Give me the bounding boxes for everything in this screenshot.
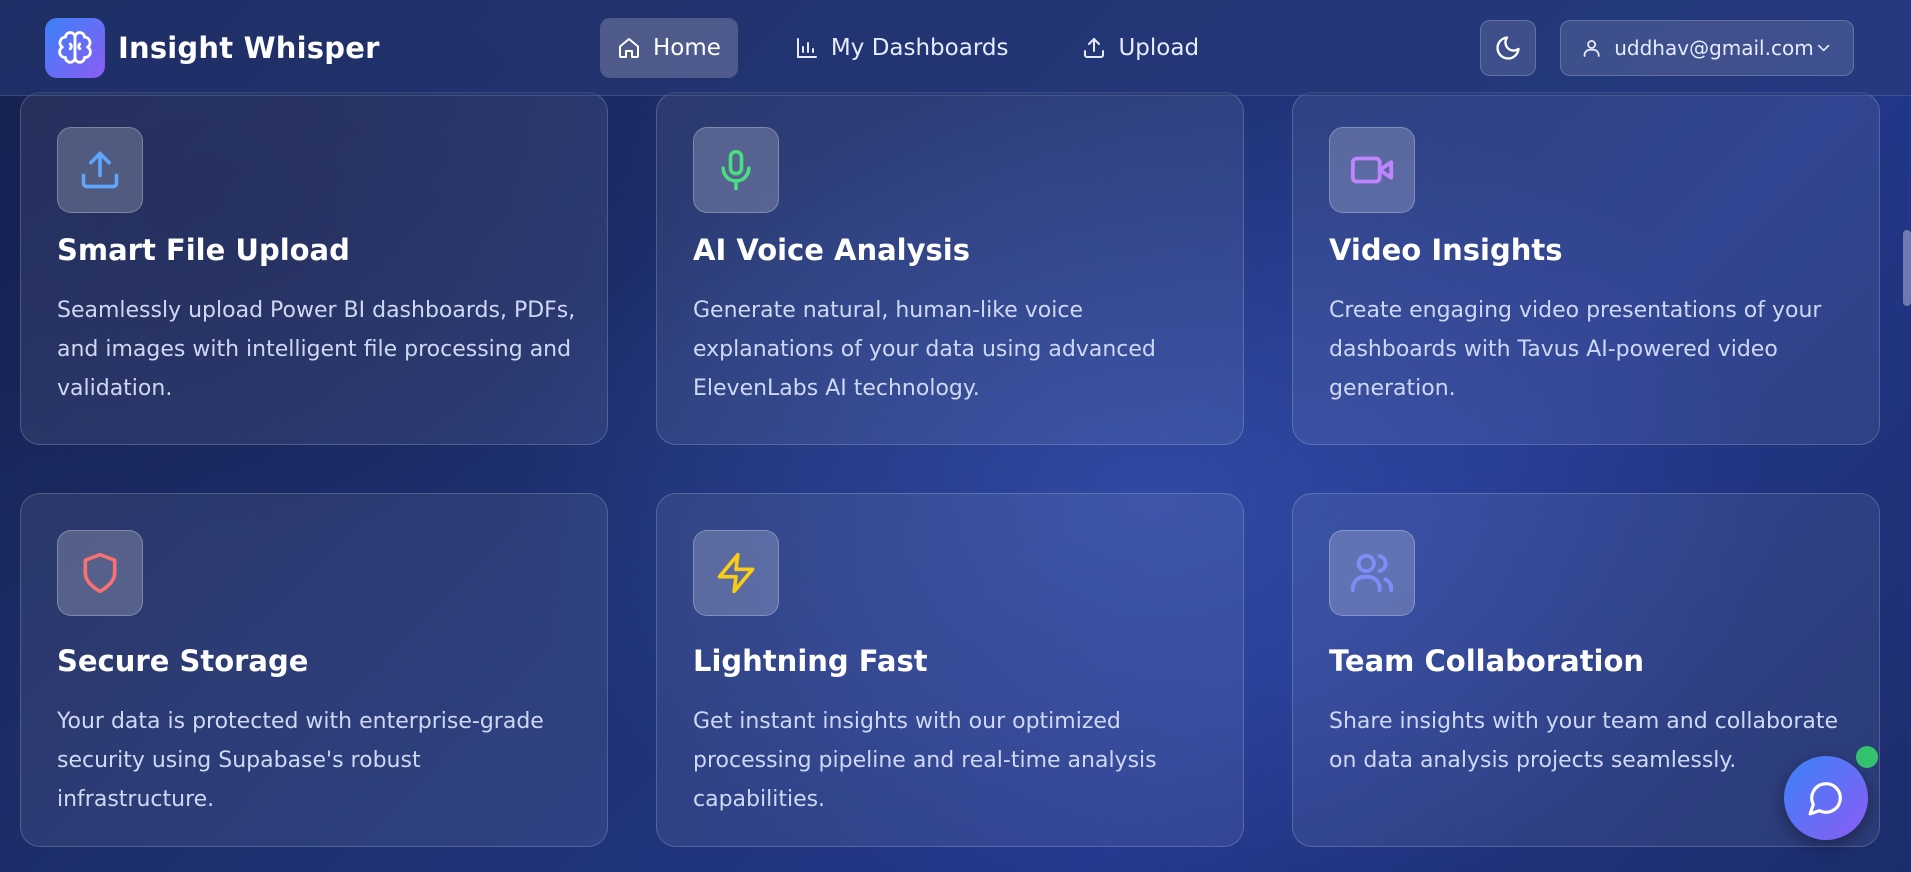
feature-card-ai-voice-analysis: AI Voice Analysis Generate natural, huma… xyxy=(656,92,1244,445)
feature-icon-box xyxy=(57,127,143,213)
feature-icon-box xyxy=(693,127,779,213)
nav-upload[interactable]: Upload xyxy=(1065,18,1216,78)
feature-title: Lightning Fast xyxy=(693,644,928,678)
feature-title: Team Collaboration xyxy=(1329,644,1645,678)
bar-chart-icon xyxy=(796,38,817,58)
chevron-down-icon xyxy=(1817,44,1829,52)
feature-title: AI Voice Analysis xyxy=(693,233,970,267)
feature-card-secure-storage: Secure Storage Your data is protected wi… xyxy=(20,493,608,847)
feature-title: Secure Storage xyxy=(57,644,309,678)
online-status-dot xyxy=(1856,746,1878,768)
chat-button[interactable] xyxy=(1784,756,1868,840)
upload-icon xyxy=(81,151,119,189)
chat-icon xyxy=(1808,782,1842,816)
microphone-icon xyxy=(721,149,751,191)
feature-card-smart-file-upload: Smart File Upload Seamlessly upload Powe… xyxy=(20,92,608,445)
app-name: Insight Whisper xyxy=(118,31,380,65)
top-navbar: Insight Whisper Home My Dashboards Uploa… xyxy=(0,0,1911,96)
feature-title: Video Insights xyxy=(1329,233,1563,267)
feature-description: Generate natural, human-like voice expla… xyxy=(693,298,1156,401)
feature-title: Smart File Upload xyxy=(57,233,350,267)
user-menu-button[interactable]: uddhav@gmail.com xyxy=(1560,20,1854,76)
feature-description: Share insights with your team and collab… xyxy=(1329,709,1839,773)
theme-toggle-button[interactable] xyxy=(1480,20,1536,76)
feature-icon-box xyxy=(693,530,779,616)
feature-icon-box xyxy=(1329,530,1415,616)
nav-home-label: Home xyxy=(653,35,721,61)
feature-description: Get instant insights with our optimized … xyxy=(693,709,1157,812)
lightning-icon xyxy=(717,552,755,594)
feature-description: Your data is protected with enterprise-g… xyxy=(57,709,544,812)
feature-icon-box xyxy=(57,530,143,616)
nav-my-dashboards-label: My Dashboards xyxy=(830,35,1009,61)
home-icon xyxy=(619,38,639,58)
users-icon xyxy=(1350,553,1394,593)
feature-description: Create engaging video presentations of y… xyxy=(1329,298,1822,401)
video-icon xyxy=(1350,156,1394,184)
shield-icon xyxy=(83,552,117,594)
feature-description: Seamlessly upload Power BI dashboards, P… xyxy=(57,298,576,401)
user-icon xyxy=(1583,40,1600,57)
nav-home[interactable]: Home xyxy=(600,18,738,78)
nav-my-dashboards[interactable]: My Dashboards xyxy=(778,18,1026,78)
upload-icon xyxy=(1084,38,1105,58)
feature-card-lightning-fast: Lightning Fast Get instant insights with… xyxy=(656,493,1244,847)
nav-upload-label: Upload xyxy=(1118,35,1200,61)
page-scrollbar[interactable] xyxy=(1903,230,1911,306)
moon-icon xyxy=(1496,36,1520,60)
feature-card-video-insights: Video Insights Create engaging video pre… xyxy=(1292,92,1880,445)
main-nav: Home My Dashboards Upload xyxy=(600,18,1256,78)
user-email: uddhav@gmail.com xyxy=(1614,36,1814,60)
brain-icon xyxy=(45,18,105,78)
feature-icon-box xyxy=(1329,127,1415,213)
brand[interactable]: Insight Whisper xyxy=(45,18,380,78)
